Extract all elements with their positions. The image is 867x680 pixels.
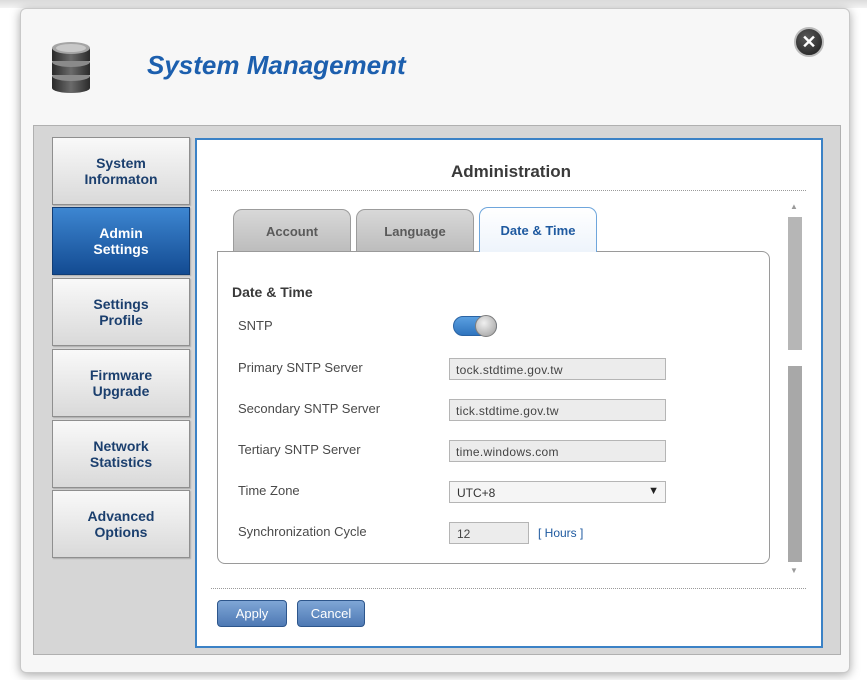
scroll-thumb[interactable]	[788, 217, 802, 350]
scrollbar[interactable]: ▲ ▼	[787, 200, 803, 578]
close-icon[interactable]: ✕	[794, 27, 824, 57]
sidebar-item-settings-profile[interactable]: Settings Profile	[52, 278, 190, 346]
toggle-knob	[475, 315, 497, 337]
tab-account[interactable]: Account	[233, 209, 351, 252]
sync-cycle-label: Synchronization Cycle	[238, 524, 367, 539]
tab-content: Date & Time SNTP Primary SNTP Server toc…	[217, 251, 770, 564]
tab-date-time[interactable]: Date & Time	[479, 207, 597, 252]
scroll-down-icon[interactable]: ▼	[790, 566, 798, 575]
divider	[211, 588, 806, 589]
sntp-label: SNTP	[238, 318, 273, 333]
page-title: System Management	[147, 50, 406, 80]
panel-title: Administration	[451, 162, 571, 181]
database-icon	[52, 42, 90, 93]
apply-button[interactable]: Apply	[217, 600, 287, 627]
dropdown-arrow-icon: ▼	[648, 485, 659, 497]
sidebar-item-admin-settings[interactable]: Admin Settings	[52, 207, 190, 275]
sntp-toggle[interactable]	[453, 315, 497, 337]
sidebar-item-advanced-options[interactable]: Advanced Options	[52, 490, 190, 558]
sidebar-item-label: System Informaton	[84, 155, 158, 187]
scroll-up-icon[interactable]: ▲	[790, 202, 798, 211]
primary-sntp-label: Primary SNTP Server	[238, 360, 363, 375]
sync-cycle-unit: [ Hours ]	[538, 526, 584, 540]
secondary-sntp-input[interactable]: tick.stdtime.gov.tw	[449, 399, 666, 421]
sidebar-item-label: Firmware Upgrade	[89, 367, 153, 399]
sidebar-item-label: Advanced Options	[87, 508, 155, 540]
sidebar-item-network-statistics[interactable]: Network Statistics	[52, 420, 190, 488]
sidebar-item-label: Network Statistics	[89, 438, 153, 470]
primary-sntp-input[interactable]: tock.stdtime.gov.tw	[449, 358, 666, 380]
secondary-sntp-label: Secondary SNTP Server	[238, 401, 381, 416]
sidebar-item-system-information[interactable]: System Informaton	[52, 137, 190, 205]
section-title: Date & Time	[232, 284, 313, 300]
sidebar-item-label: Settings Profile	[93, 296, 149, 328]
tertiary-sntp-label: Tertiary SNTP Server	[238, 442, 361, 457]
cancel-button[interactable]: Cancel	[297, 600, 365, 627]
background-strip	[0, 0, 867, 8]
sidebar-item-firmware-upgrade[interactable]: Firmware Upgrade	[52, 349, 190, 417]
time-zone-select[interactable]: UTC+8 ▼	[449, 481, 666, 503]
sync-cycle-input[interactable]: 12	[449, 522, 529, 544]
tertiary-sntp-input[interactable]: time.windows.com	[449, 440, 666, 462]
time-zone-label: Time Zone	[238, 483, 300, 498]
time-zone-value: UTC+8	[457, 486, 496, 500]
tab-language[interactable]: Language	[356, 209, 474, 252]
scroll-track[interactable]	[788, 366, 802, 562]
sidebar-item-label: Admin Settings	[93, 225, 149, 257]
divider	[211, 190, 806, 191]
main-panel: Administration Account Language Date & T…	[195, 138, 823, 648]
